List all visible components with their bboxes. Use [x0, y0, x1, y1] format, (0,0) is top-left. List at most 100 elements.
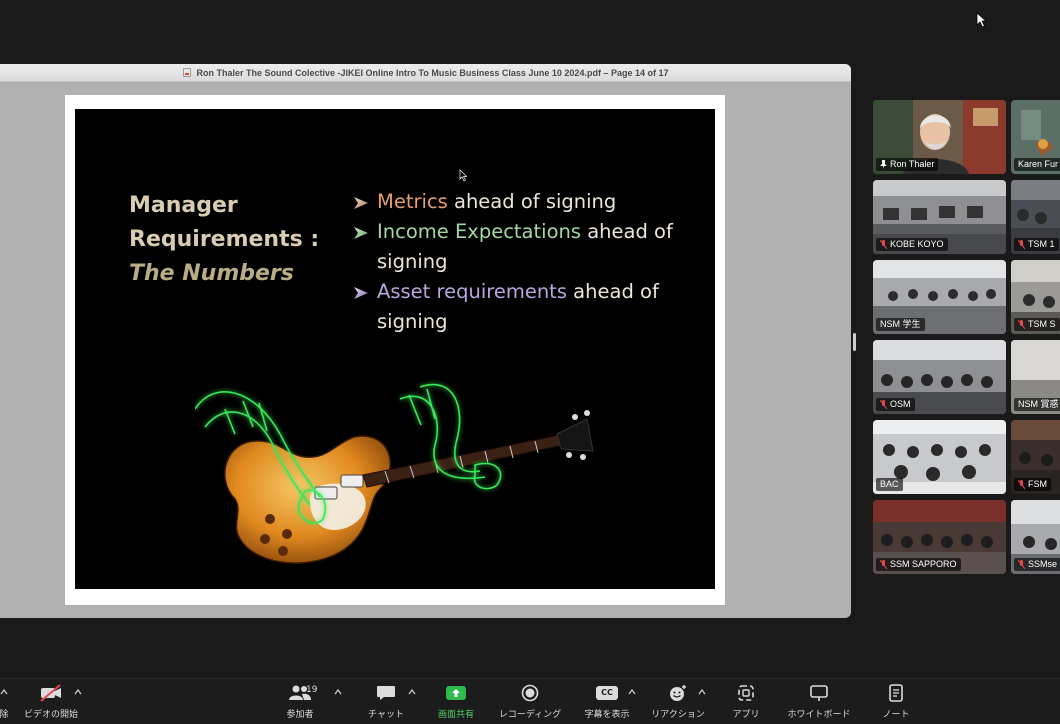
- bullet-item: Asset requirements ahead of signing: [353, 277, 693, 337]
- video-tile[interactable]: SSM SAPPORO: [873, 500, 1006, 574]
- share-screen-label: 画面共有: [437, 710, 474, 720]
- caret-up-icon[interactable]: [0, 689, 8, 695]
- start-video-button[interactable]: ビデオの開始: [22, 683, 80, 721]
- pdf-page: Manager Requirements : The Numbers Metri…: [65, 95, 725, 605]
- participant-name-tag: OSM: [876, 398, 915, 411]
- caret-up-icon[interactable]: [698, 689, 706, 695]
- participant-name: SSMse: [1028, 559, 1058, 569]
- bullet-highlight: Metrics: [377, 190, 448, 213]
- bullet-highlight: Asset requirements: [377, 280, 567, 303]
- mic-muted-icon: [880, 400, 887, 409]
- participant-name: Ron Thaler: [890, 159, 935, 169]
- mic-muted-icon: [1018, 240, 1025, 249]
- caret-up-icon[interactable]: [628, 689, 636, 695]
- participants-count: 19: [306, 685, 318, 695]
- participant-name-tag: NSM 賞惑: [1014, 398, 1060, 411]
- video-tile[interactable]: TSM 1: [1011, 180, 1060, 254]
- chat-label: チャット: [368, 710, 404, 720]
- video-tile[interactable]: TSM S: [1011, 260, 1060, 334]
- participants-label: 参加者: [286, 710, 314, 720]
- toolbar-edge-label: 除: [0, 710, 9, 720]
- record-label: レコーディング: [498, 710, 562, 720]
- slide: Manager Requirements : The Numbers Metri…: [75, 109, 715, 589]
- heading-line-1: Manager: [129, 193, 238, 218]
- pointer-icon: [459, 169, 468, 182]
- apps-button[interactable]: アプリ: [728, 683, 764, 721]
- participant-name: SSM SAPPORO: [890, 559, 957, 569]
- participant-name-tag: NSM 学生: [876, 318, 925, 331]
- mic-muted-icon: [1018, 560, 1025, 569]
- shared-screen[interactable]: Ron Thaler The Sound Colective -JIKEI On…: [0, 64, 851, 618]
- participant-gallery: Ron Thaler Karen Fur KOBE KOYO TSM 1 NSM…: [873, 100, 1060, 574]
- participant-name: TSM 1: [1028, 239, 1055, 249]
- bullet-item: Income Expectations ahead of signing: [353, 217, 693, 277]
- bullet-item: Metrics ahead of signing: [353, 187, 693, 217]
- participant-name-tag: Karen Fur: [1014, 158, 1060, 171]
- participant-name-tag: SSMse: [1014, 558, 1060, 571]
- slide-heading: Manager Requirements : The Numbers: [129, 189, 319, 291]
- captions-label: 字幕を表示: [584, 710, 630, 720]
- heading-line-3: The Numbers: [129, 261, 294, 286]
- video-tile[interactable]: FSM: [1011, 420, 1060, 494]
- participant-name: KOBE KOYO: [890, 239, 944, 249]
- video-tile[interactable]: Karen Fur: [1011, 100, 1060, 174]
- pdf-icon: [182, 68, 191, 77]
- whiteboard-button[interactable]: ホワイトボード: [784, 683, 854, 721]
- record-icon: [521, 684, 539, 702]
- chevron-right-icon: [354, 287, 368, 299]
- mic-muted-icon: [1018, 480, 1025, 489]
- participant-name: NSM 賞惑: [1018, 399, 1059, 409]
- chevron-right-icon: [354, 227, 368, 239]
- video-tile[interactable]: OSM: [873, 340, 1006, 414]
- participant-name: Karen Fur: [1018, 159, 1059, 169]
- participant-name-tag: BAC: [876, 478, 903, 491]
- mic-muted-icon: [880, 560, 887, 569]
- caret-up-icon[interactable]: [74, 689, 82, 695]
- bullet-highlight: Income Expectations: [377, 220, 582, 243]
- share-screen-button[interactable]: 画面共有: [434, 683, 478, 721]
- participant-name-tag: TSM S: [1014, 318, 1060, 331]
- bullet-list: Metrics ahead of signing Income Expectat…: [353, 187, 693, 337]
- captions-button[interactable]: CC 字幕を表示: [580, 683, 634, 721]
- mic-muted-icon: [880, 240, 887, 249]
- whiteboard-label: ホワイトボード: [787, 710, 851, 720]
- participants-button[interactable]: 19 参加者: [280, 683, 320, 721]
- video-tile[interactable]: Ron Thaler: [873, 100, 1006, 174]
- panel-resize-handle[interactable]: [853, 333, 856, 351]
- notes-label: ノート: [882, 710, 910, 720]
- participant-name-tag: SSM SAPPORO: [876, 558, 961, 571]
- record-button[interactable]: レコーディング: [494, 683, 566, 721]
- video-off-icon: [40, 684, 61, 702]
- caret-up-icon[interactable]: [334, 689, 342, 695]
- chevron-right-icon: [354, 197, 368, 209]
- chat-icon: [377, 686, 395, 700]
- participant-name-tag: Ron Thaler: [876, 158, 939, 171]
- captions-icon: CC: [596, 686, 618, 700]
- participant-name: TSM S: [1028, 319, 1056, 329]
- guitar-illustration: [195, 383, 594, 564]
- reactions-label: リアクション: [651, 710, 705, 720]
- participant-name: BAC: [880, 479, 899, 489]
- video-tile[interactable]: NSM 学生: [873, 260, 1006, 334]
- video-tile[interactable]: NSM 賞惑: [1011, 340, 1060, 414]
- share-screen-icon: [446, 686, 466, 700]
- chat-button[interactable]: チャット: [362, 683, 410, 721]
- notes-button[interactable]: ノート: [876, 683, 916, 721]
- video-tile[interactable]: BAC: [873, 420, 1006, 494]
- whiteboard-icon: [810, 685, 828, 701]
- zoom-meeting-window: Ron Thaler The Sound Colective -JIKEI On…: [0, 0, 1060, 724]
- document-titlebar: Ron Thaler The Sound Colective -JIKEI On…: [0, 64, 851, 82]
- apps-label: アプリ: [732, 710, 760, 720]
- pointer-icon: [976, 12, 988, 28]
- mic-muted-icon: [1018, 320, 1025, 329]
- bullet-text: ahead of signing: [447, 190, 617, 213]
- participant-name-tag: TSM 1: [1014, 238, 1059, 251]
- notes-icon: [889, 684, 903, 702]
- reaction-icon: [670, 685, 686, 701]
- participant-name-tag: FSM: [1014, 478, 1051, 491]
- video-tile[interactable]: SSMse: [1011, 500, 1060, 574]
- participant-name: NSM 学生: [880, 319, 921, 329]
- caret-up-icon[interactable]: [408, 689, 416, 695]
- video-tile[interactable]: KOBE KOYO: [873, 180, 1006, 254]
- participant-name: FSM: [1028, 479, 1047, 489]
